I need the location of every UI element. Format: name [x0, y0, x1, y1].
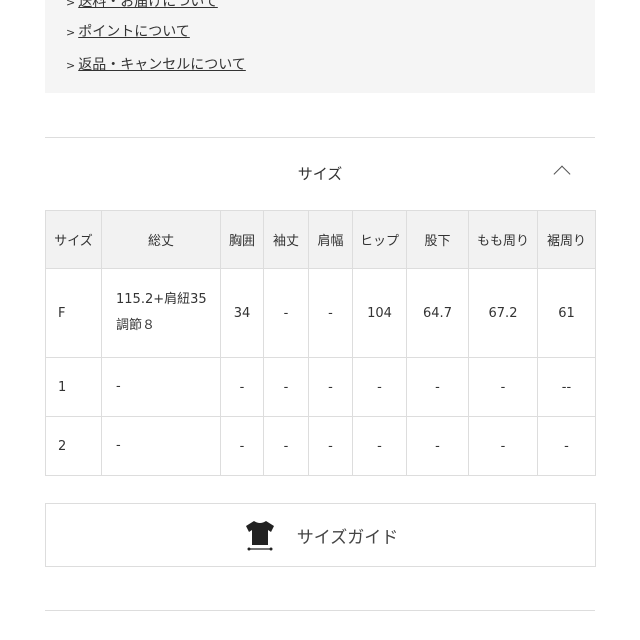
size-table: サイズ 総丈 胸囲 袖丈 肩幅 ヒップ 股下 もも周り 裾周り F 115.2+…	[45, 210, 596, 476]
cell: -	[220, 416, 264, 476]
divider	[45, 137, 595, 138]
cell: --	[537, 357, 596, 417]
cell: 104	[352, 268, 407, 358]
cell: -	[352, 357, 407, 417]
cell: 61	[537, 268, 596, 358]
cell: -	[263, 416, 309, 476]
cell: -	[468, 357, 538, 417]
cell: F	[45, 268, 102, 358]
table-row: 2 - - - - - - - -	[45, 416, 596, 476]
link-label[interactable]: 送料・お届けについて	[78, 0, 218, 10]
cell: -	[406, 357, 469, 417]
link-label[interactable]: 返品・キャンセルについて	[78, 57, 246, 73]
cell: -	[101, 357, 221, 417]
cell: -	[220, 357, 264, 417]
link-points[interactable]: > ポイントについて	[66, 21, 190, 41]
divider	[45, 610, 595, 611]
header-cell: サイズ	[45, 210, 102, 269]
table-row: 1 - - - - - - - --	[45, 357, 596, 417]
info-links-box	[45, 0, 595, 93]
cell: -	[468, 416, 538, 476]
header-cell: もも周り	[468, 210, 538, 269]
header-cell: 肩幅	[308, 210, 353, 269]
cell: 64.7	[406, 268, 469, 358]
cell: -	[537, 416, 596, 476]
table-row: F 115.2+肩紐35 調節８ 34 - - 104 64.7 67.2 61	[45, 268, 596, 358]
header-cell: 胸囲	[220, 210, 264, 269]
header-cell: ヒップ	[352, 210, 407, 269]
cell: -	[352, 416, 407, 476]
size-guide-label: サイズガイド	[296, 527, 399, 548]
cell: -	[308, 416, 353, 476]
cell: -	[308, 268, 353, 358]
cell: -	[263, 357, 309, 417]
header-cell: 股下	[406, 210, 469, 269]
cell: 34	[220, 268, 264, 358]
link-returns[interactable]: > 返品・キャンセルについて	[66, 54, 246, 74]
header-cell: 袖丈	[263, 210, 309, 269]
cell: 115.2+肩紐35 調節８	[101, 268, 221, 358]
cell: -	[263, 268, 309, 358]
link-shipping[interactable]: > 送料・お届けについて	[66, 0, 218, 11]
cell: -	[101, 416, 221, 476]
cell: -	[308, 357, 353, 417]
cell: 67.2	[468, 268, 538, 358]
link-label[interactable]: ポイントについて	[78, 24, 190, 40]
size-guide-button[interactable]: サイズガイド	[45, 503, 596, 567]
cell: 1	[45, 357, 102, 417]
cell: -	[406, 416, 469, 476]
header-cell: 総丈	[101, 210, 221, 269]
header-cell: 裾周り	[537, 210, 596, 269]
tshirt-icon	[245, 521, 274, 551]
section-title[interactable]: サイズ	[0, 163, 640, 184]
cell: 2	[45, 416, 102, 476]
table-header-row: サイズ 総丈 胸囲 袖丈 肩幅 ヒップ 股下 もも周り 裾周り	[45, 210, 596, 269]
